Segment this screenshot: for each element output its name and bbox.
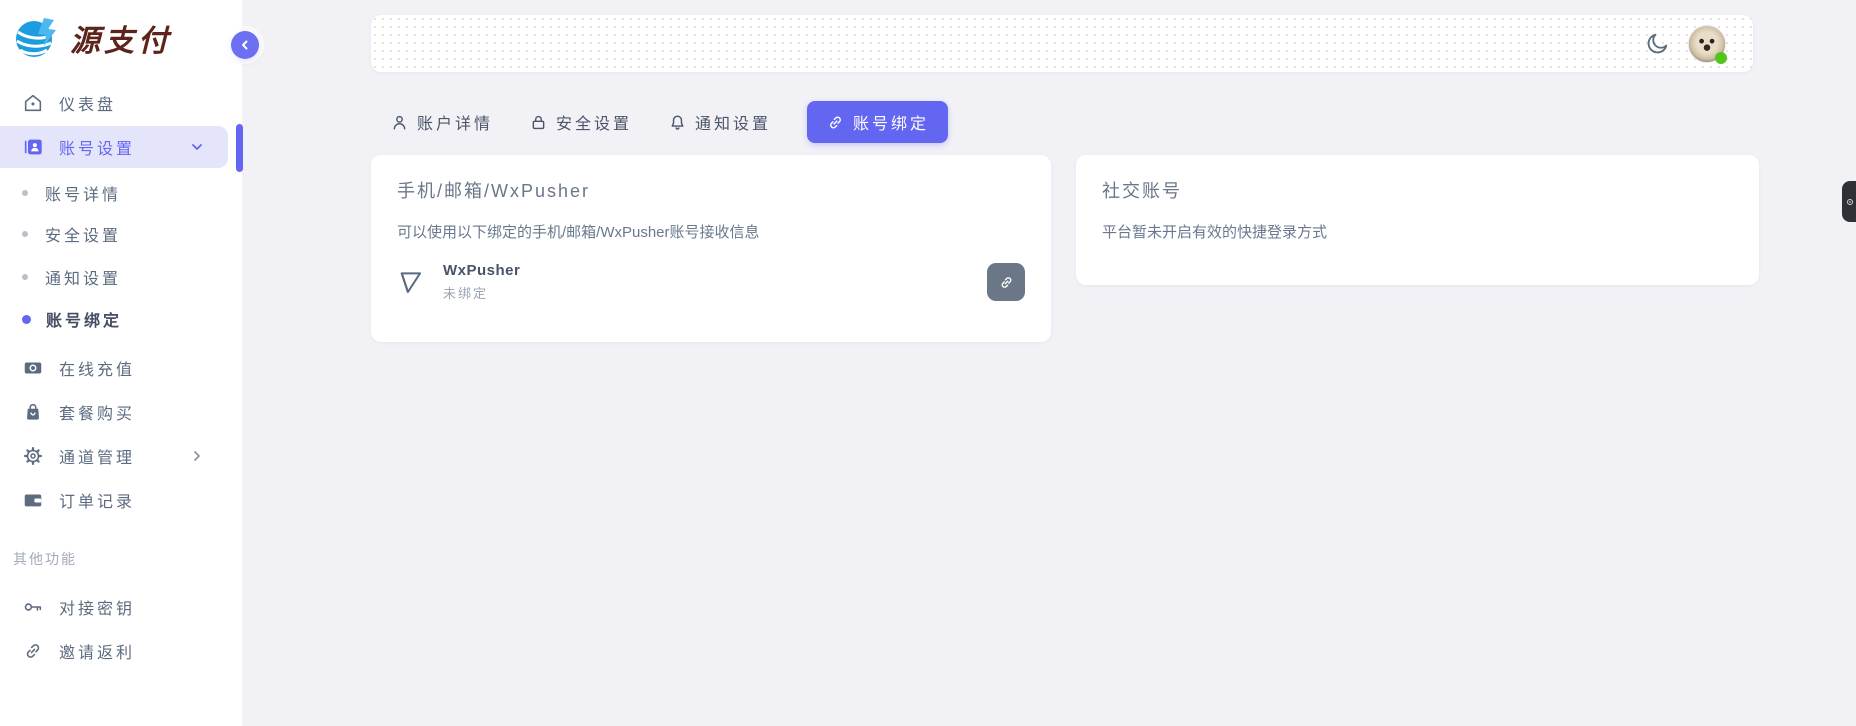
tab-label: 账户详情 xyxy=(417,110,493,134)
user-icon xyxy=(390,113,409,132)
tab-label: 通知设置 xyxy=(695,110,771,134)
social-card-description: 平台暂未开启有效的快捷登录方式 xyxy=(1102,221,1327,242)
sidebar-item-label: 账号设置 xyxy=(59,135,135,159)
sidebar-subitem-notification-settings[interactable]: 通知设置 xyxy=(0,257,228,297)
chevron-left-icon xyxy=(239,39,251,51)
bind-wxpusher-button[interactable] xyxy=(987,263,1025,301)
social-card-title: 社交账号 xyxy=(1102,177,1182,203)
online-status-dot xyxy=(1715,52,1727,64)
sidebar-item-label: 通道管理 xyxy=(59,444,135,468)
sidebar-item-dashboard[interactable]: 仪表盘 xyxy=(0,82,228,124)
home-icon xyxy=(22,92,44,114)
sidebar-subitem-account-binding[interactable]: 账号绑定 xyxy=(0,299,228,339)
chevron-right-icon xyxy=(190,449,204,463)
user-avatar[interactable] xyxy=(1688,25,1726,63)
sidebar-item-account-settings[interactable]: 账号设置 xyxy=(0,126,228,168)
wallet-icon xyxy=(22,489,44,511)
sidebar-item-channel-management[interactable]: 通道管理 xyxy=(0,435,228,477)
active-menu-indicator xyxy=(236,124,243,172)
provider-name: WxPusher xyxy=(443,262,520,279)
header-actions xyxy=(1644,25,1753,63)
binding-card: 手机/邮箱/WxPusher 可以使用以下绑定的手机/邮箱/WxPusher账号… xyxy=(371,155,1051,342)
sidebar-subitem-label: 安全设置 xyxy=(45,222,121,246)
wxpusher-logo-icon xyxy=(397,266,429,298)
top-header xyxy=(371,15,1753,72)
sidebar-item-label: 仪表盘 xyxy=(59,91,116,115)
sidebar-item-label: 邀请返利 xyxy=(59,639,135,663)
wxpusher-info: WxPusher 未绑定 xyxy=(443,262,520,302)
shopping-bag-icon xyxy=(22,401,44,423)
link-icon xyxy=(22,640,44,662)
sidebar-item-online-recharge[interactable]: 在线充值 xyxy=(0,347,228,389)
app-root: 源支付 仪表盘 账号设置 账号详情 安全设置 通知设置 账号绑定 xyxy=(0,0,1856,726)
globe-logo-icon xyxy=(10,12,62,64)
sidebar-item-label: 套餐购买 xyxy=(59,400,135,424)
sidebar-subitem-security-settings[interactable]: 安全设置 xyxy=(0,214,228,254)
tab-label: 账号绑定 xyxy=(853,110,929,134)
sidebar-item-package-purchase[interactable]: 套餐购买 xyxy=(0,391,228,433)
bullet-icon xyxy=(22,231,28,237)
id-badge-icon xyxy=(22,136,44,158)
brand-logo[interactable]: 源支付 xyxy=(10,12,172,64)
bell-icon xyxy=(668,113,687,132)
settings-drawer-handle[interactable] xyxy=(1842,181,1856,222)
sidebar-item-order-records[interactable]: 订单记录 xyxy=(0,479,228,521)
gear-icon xyxy=(22,445,44,467)
tab-notification-settings[interactable]: 通知设置 xyxy=(668,110,771,134)
sidebar: 源支付 仪表盘 账号设置 账号详情 安全设置 通知设置 账号绑定 xyxy=(0,0,242,726)
key-icon xyxy=(22,596,44,618)
wxpusher-row: WxPusher 未绑定 xyxy=(397,259,1025,305)
sidebar-section-label: 其他功能 xyxy=(13,549,77,569)
bullet-icon xyxy=(22,190,28,196)
binding-card-description: 可以使用以下绑定的手机/邮箱/WxPusher账号接收信息 xyxy=(397,221,760,242)
sidebar-item-label: 在线充值 xyxy=(59,356,135,380)
dark-mode-toggle-moon-icon[interactable] xyxy=(1644,31,1670,57)
sidebar-subitem-label: 账号绑定 xyxy=(46,307,122,331)
sidebar-subitem-account-details[interactable]: 账号详情 xyxy=(0,173,228,213)
sidebar-item-api-keys[interactable]: 对接密钥 xyxy=(0,586,228,628)
tab-security-settings[interactable]: 安全设置 xyxy=(529,110,632,134)
link-icon xyxy=(826,113,845,132)
lock-icon xyxy=(529,113,548,132)
settings-tabs: 账户详情 安全设置 通知设置 账号绑定 xyxy=(390,104,948,140)
sidebar-subitem-label: 账号详情 xyxy=(45,181,121,205)
binding-card-title: 手机/邮箱/WxPusher xyxy=(397,177,590,203)
sidebar-item-label: 对接密钥 xyxy=(59,595,135,619)
bullet-icon xyxy=(22,315,31,324)
sidebar-item-invite-rebate[interactable]: 邀请返利 xyxy=(0,630,228,672)
gear-icon xyxy=(1845,197,1855,207)
tab-account-details[interactable]: 账户详情 xyxy=(390,110,493,134)
chevron-down-icon xyxy=(190,140,204,154)
sidebar-collapse-button[interactable] xyxy=(231,31,259,59)
social-card: 社交账号 平台暂未开启有效的快捷登录方式 xyxy=(1076,155,1759,285)
sidebar-item-label: 订单记录 xyxy=(59,488,135,512)
link-icon xyxy=(998,274,1015,291)
bullet-icon xyxy=(22,274,28,280)
brand-name: 源支付 xyxy=(70,16,172,60)
sidebar-subitem-label: 通知设置 xyxy=(45,265,121,289)
tab-account-binding[interactable]: 账号绑定 xyxy=(807,101,948,143)
provider-status: 未绑定 xyxy=(443,283,520,302)
banknote-icon xyxy=(22,357,44,379)
tab-label: 安全设置 xyxy=(556,110,632,134)
